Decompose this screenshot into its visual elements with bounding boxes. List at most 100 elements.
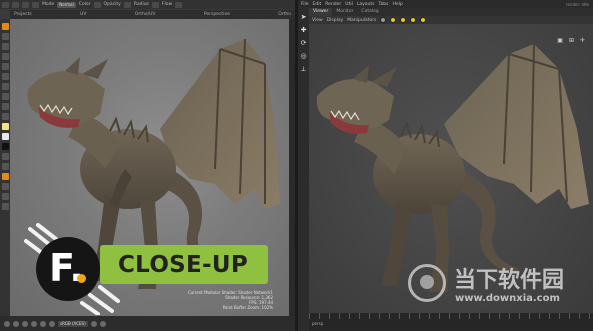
menu-icon[interactable] (2, 1, 9, 8)
clone-tool-icon[interactable] (1, 83, 9, 90)
watermark-title: 当下软件园 (454, 268, 565, 293)
closeup-label: CLOSE-UP (118, 252, 249, 278)
menu-file[interactable]: File (301, 2, 309, 7)
opacity-toggle[interactable] (123, 1, 131, 8)
menu-render[interactable]: Render (325, 2, 341, 7)
plus-icon[interactable]: ✚ (300, 27, 307, 34)
axis-gizmo-icon[interactable]: ✛ (580, 37, 585, 44)
axis-icon[interactable]: ⟂ (300, 66, 307, 73)
mask-tool-icon[interactable] (1, 63, 9, 70)
status-icon[interactable] (4, 320, 10, 327)
tab-uv[interactable]: UV (76, 10, 90, 19)
flow-label: Flow (161, 2, 173, 7)
status-icon[interactable] (99, 320, 106, 327)
tab-spacer (159, 10, 199, 19)
render-status: render: Idle (565, 1, 589, 7)
grid-icon[interactable]: ⊞ (569, 37, 574, 44)
menu-layouts[interactable]: Layouts (357, 2, 375, 7)
viewer-option-toggle[interactable] (380, 17, 387, 23)
left-status-bar: sRGB (ACES) (0, 316, 295, 331)
right-side-toolbar: ➤ ✚ ⟳ ◎ ⟂ (298, 8, 309, 331)
timeline-bar[interactable]: persp (309, 313, 593, 331)
viewer-option-toggle[interactable] (390, 17, 397, 23)
status-icon[interactable] (13, 320, 19, 327)
tool-options-icon[interactable] (22, 1, 29, 8)
tab-spacer (36, 10, 76, 19)
viewer-option-toggle[interactable] (420, 17, 427, 23)
brush-icon[interactable] (12, 1, 19, 8)
tab-perspective[interactable]: Perspective (200, 10, 234, 19)
viewer-overlay-icons: ▣ ⊞ ✛ (557, 37, 585, 44)
menu-edit[interactable]: Edit (313, 2, 322, 7)
site-watermark: 当下软件园 www.downxia.com (408, 260, 568, 310)
select-tool-icon[interactable] (1, 23, 9, 30)
tab-ortho-uv[interactable]: Ortho/UV (131, 10, 160, 19)
projection-tool-icon[interactable] (1, 53, 9, 60)
zoom-info: Paint Buffer Zoom: 102% (222, 305, 273, 310)
tab-monitor[interactable]: Monitor (332, 8, 357, 16)
color-swatch[interactable] (93, 1, 101, 8)
smudge-tool-icon[interactable] (1, 103, 9, 110)
left-toolbar-top: Mode Normal Color Opacity Radius Flow (0, 0, 295, 9)
paint-icon[interactable] (32, 1, 39, 8)
blur-tool-icon[interactable] (1, 93, 9, 100)
camera-label: persp (312, 321, 324, 326)
background-color-swatch[interactable] (1, 133, 9, 140)
status-icon[interactable] (22, 320, 28, 327)
status-icon[interactable] (31, 320, 37, 327)
viewer-option-toggle[interactable] (400, 17, 407, 23)
rotate-icon[interactable]: ⟳ (300, 40, 307, 47)
arrow-select-icon[interactable]: ➤ (300, 14, 307, 21)
swap-colors-icon[interactable] (1, 153, 9, 160)
menu-help[interactable]: Help (392, 2, 402, 7)
status-icon[interactable] (49, 320, 55, 327)
foreground-color-swatch[interactable] (1, 123, 9, 130)
viewer-menu-bar: View Display Manipulators (309, 16, 593, 24)
colorspace-field[interactable]: sRGB (ACES) (58, 320, 88, 327)
right-menu-bar: File Edit Render Util Layouts Tabs Help … (298, 0, 593, 8)
menu-tabs[interactable]: Tabs (379, 2, 389, 7)
eyedropper-tool-icon[interactable] (1, 163, 9, 170)
fill-tool-icon[interactable] (1, 113, 9, 120)
viewer-option-toggle[interactable] (410, 17, 417, 23)
logo-dot-icon (77, 274, 86, 283)
paint-tool-icon[interactable] (1, 33, 9, 40)
radius-label: Radius (133, 2, 149, 7)
tab-ortho[interactable]: Ortho (274, 10, 295, 19)
right-tab-bar: Viewer Monitor Catalog (309, 8, 593, 16)
viewport-tabs: Projects UV Ortho/UV Perspective Ortho (10, 10, 295, 19)
menu-util[interactable]: Util (345, 2, 353, 7)
flow-toggle[interactable] (175, 1, 183, 8)
black-color-swatch[interactable] (1, 143, 9, 150)
mode-dropdown[interactable]: Normal (57, 1, 76, 8)
frame-icon[interactable]: ▣ (557, 37, 563, 44)
viewer-menu-view[interactable]: View (312, 18, 323, 23)
lock-icon[interactable] (1, 183, 9, 190)
active-brush-icon[interactable] (1, 173, 9, 180)
status-icon[interactable] (90, 320, 97, 327)
radius-toggle[interactable] (151, 1, 159, 8)
scale-icon[interactable]: ◎ (300, 53, 307, 60)
eraser-tool-icon[interactable] (1, 73, 9, 80)
status-icon[interactable] (40, 320, 46, 327)
viewer-menu-display[interactable]: Display (327, 18, 344, 23)
tab-viewer[interactable]: Viewer (309, 8, 333, 16)
tab-spacer (234, 10, 274, 19)
grid-tool-icon[interactable] (1, 193, 9, 200)
settings-tool-icon[interactable] (1, 203, 9, 210)
color-label: Color (78, 2, 91, 7)
logo-letter: F. (49, 246, 84, 290)
mode-label: Mode (42, 2, 55, 7)
transform-tool-icon[interactable] (1, 43, 9, 50)
opacity-label: Opacity (103, 2, 121, 7)
tab-projects[interactable]: Projects (10, 10, 36, 19)
viewer-menu-manipulators[interactable]: Manipulators (347, 18, 376, 23)
viewport-info-overlay: Current Modular Shader: Shader Network1 … (188, 290, 273, 310)
left-side-toolbar (0, 19, 10, 331)
closeup-banner: CLOSE-UP (100, 245, 268, 284)
closeup-logo: F. (36, 237, 100, 301)
timeline-ruler[interactable] (309, 313, 593, 319)
tab-catalog[interactable]: Catalog (357, 8, 382, 16)
tab-spacer (90, 10, 130, 19)
watermark-logo-inner (420, 275, 434, 289)
